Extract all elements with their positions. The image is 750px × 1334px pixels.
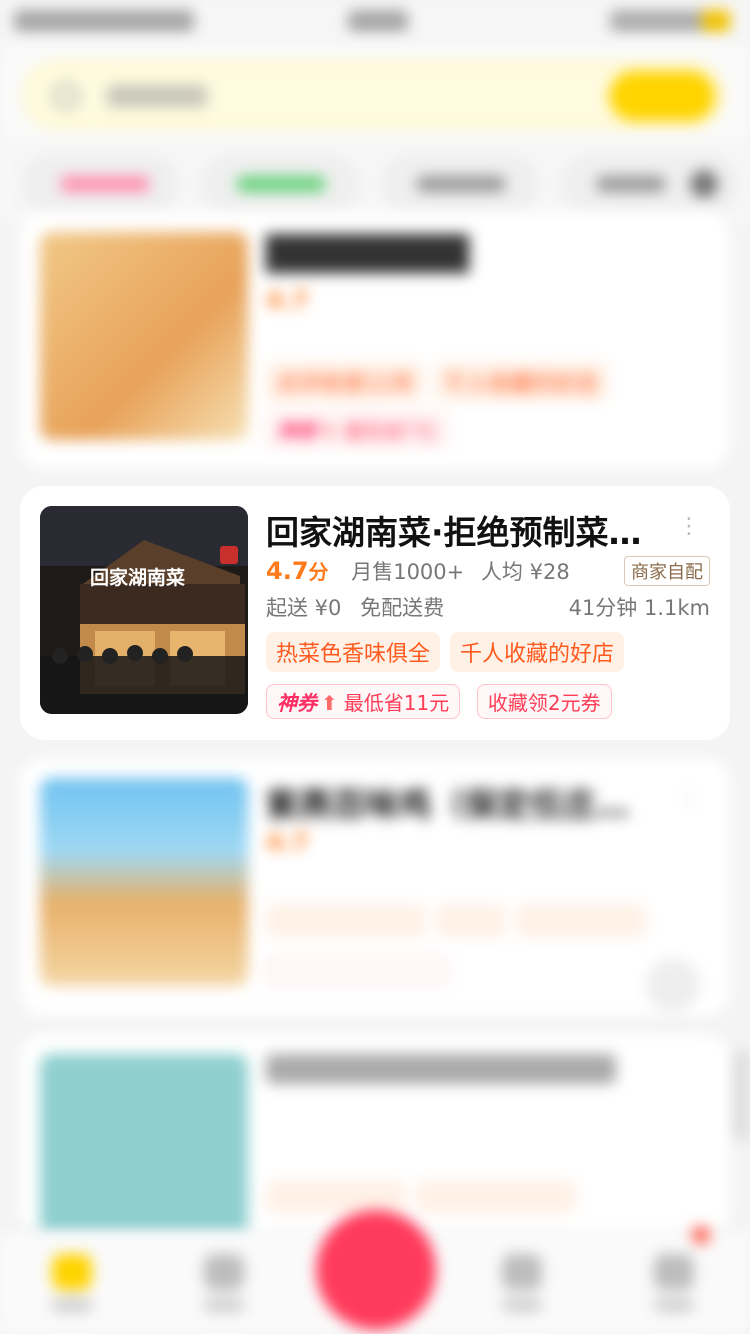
coupon-row: 神券 ⬆ 最低省11元 收藏领2元券 (266, 684, 710, 719)
shop-thumbnail: 回家湖南菜 (40, 506, 248, 714)
status-bar (0, 0, 750, 44)
shop-stats: 4.7 (266, 286, 309, 314)
coupon-row (266, 956, 710, 986)
shop-title: 回家湖南菜·拒绝预制菜… (266, 513, 642, 552)
eta-distance: 41分钟 1.1km (568, 596, 710, 620)
clock-text (348, 10, 408, 32)
shop-title (266, 1054, 616, 1084)
more-options-icon[interactable]: ⋮ (678, 786, 700, 811)
filter-chip[interactable] (560, 154, 740, 214)
center-action-button[interactable] (316, 1210, 436, 1330)
collect-coupon-badge[interactable]: 收藏领2元券 (476, 684, 612, 719)
delivery-info: 起送 ¥0 免配送费 41分钟 1.1km (266, 592, 710, 622)
more-options-icon[interactable]: ⋮ (678, 514, 700, 539)
battery-icon (702, 10, 730, 32)
search-section (0, 44, 750, 144)
shop-card[interactable]: 回家湖南菜 回家湖南菜·拒绝预制菜… ⋮ 4.7分 月售1000+ 人均 ¥28… (20, 486, 730, 740)
shop-tag: 千人收藏的好店 (450, 632, 625, 672)
shop-title: 紫燕百味鸡（保定任庄… (266, 785, 629, 824)
carrier-text (14, 10, 194, 32)
delivery-type-badge: 商家自配 (624, 556, 710, 586)
shop-tags: 点评收录11年 千人收藏的好店 (266, 362, 710, 402)
shop-tags (266, 904, 710, 937)
float-button[interactable] (646, 958, 700, 1012)
shop-card[interactable] (20, 1034, 730, 1234)
shop-tag: 热菜色香味俱全 (266, 632, 441, 672)
shop-stats: 4.7分 月售1000+ 人均 ¥28 商家自配 (266, 556, 710, 586)
rating: 4.7分 (266, 557, 329, 585)
shop-thumbnail (40, 778, 248, 986)
shop-tags: 热菜色香味俱全 千人收藏的好店 (266, 632, 710, 672)
search-button[interactable] (609, 71, 715, 121)
nav-item[interactable] (502, 1254, 546, 1318)
search-input[interactable] (107, 85, 207, 107)
coupon-badge[interactable]: 神券 ⬆ 最低省11元 (266, 684, 461, 719)
shop-title: ████████ (266, 234, 470, 273)
min-order: 起送 ¥0 (266, 596, 342, 620)
shop-thumbnail (40, 232, 248, 440)
filter-chip[interactable] (20, 154, 180, 214)
search-bar[interactable] (24, 62, 724, 128)
avg-price: 人均 ¥28 (480, 560, 570, 584)
arrow-up-icon: ⬆ (321, 419, 338, 443)
shop-thumbnail (40, 1054, 248, 1234)
filter-chip[interactable] (200, 154, 360, 214)
scroll-edge[interactable] (734, 1050, 750, 1140)
shop-stats: 4.7 (266, 828, 309, 856)
svg-text:回家湖南菜: 回家湖南菜 (90, 566, 185, 589)
monthly-sales: 月售1000+ (351, 560, 465, 584)
filter-chip[interactable] (380, 154, 540, 214)
coupon-row: 神券 ⬆ 最低省7元 (266, 412, 710, 447)
delivery-fee: 免配送费 (360, 596, 445, 620)
search-icon (53, 83, 79, 109)
shop-tags (266, 1180, 710, 1213)
nav-profile[interactable] (654, 1254, 698, 1318)
arrow-up-icon: ⬆ (321, 691, 338, 715)
notification-dot (692, 1226, 710, 1244)
coupon-badge[interactable]: 神券 ⬆ 最低省7元 (266, 412, 448, 447)
nav-item[interactable] (204, 1254, 248, 1318)
shop-card[interactable]: ████████ 4.7 点评收录11年 千人收藏的好店 神券 ⬆ 最低省7元 (20, 212, 730, 468)
nav-home[interactable] (52, 1254, 96, 1318)
shop-card[interactable]: 紫燕百味鸡（保定任庄… ⋮ 4.7 (20, 758, 730, 1016)
